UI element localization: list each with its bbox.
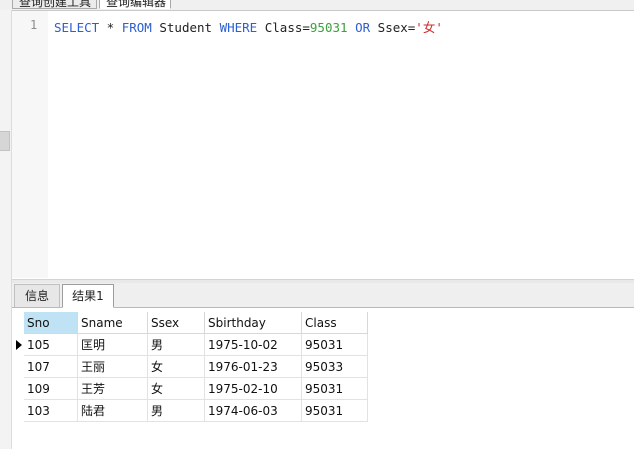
row-indicator-header	[12, 312, 24, 334]
cell-sno[interactable]: 103	[24, 400, 78, 422]
table-row[interactable]: 105 匡明 男 1975-10-02 95031	[12, 334, 368, 356]
line-gutter: 1	[12, 11, 48, 278]
sql-token-plain: Student	[151, 20, 220, 35]
cell-class[interactable]: 95031	[302, 378, 368, 400]
cell-ssex[interactable]: 女	[148, 356, 205, 378]
cell-sno[interactable]: 109	[24, 378, 78, 400]
current-row-arrow-icon	[16, 340, 22, 350]
sql-token-keyword: OR	[355, 20, 371, 35]
cell-sname[interactable]: 陆君	[78, 400, 148, 422]
cell-class[interactable]: 95033	[302, 356, 368, 378]
column-header-class[interactable]: Class	[302, 312, 368, 334]
tab-result-1[interactable]: 结果1	[62, 284, 114, 308]
cell-sbirthday[interactable]: 1975-02-10	[205, 378, 302, 400]
cell-sno[interactable]: 105	[24, 334, 78, 356]
column-header-sno[interactable]: Sno	[24, 312, 78, 334]
row-indicator	[12, 400, 24, 422]
line-number: 1	[30, 18, 38, 32]
cell-sbirthday[interactable]: 1976-01-23	[205, 356, 302, 378]
table-row[interactable]: 103 陆君 男 1974-06-03 95031	[12, 400, 368, 422]
sql-token-plain: Class=	[257, 20, 310, 35]
cell-ssex[interactable]: 男	[148, 334, 205, 356]
sql-token-plain: *	[99, 20, 122, 35]
result-tab-strip: 信息 结果1	[12, 283, 634, 308]
row-indicator	[12, 334, 24, 356]
cell-sname[interactable]: 王芳	[78, 378, 148, 400]
cell-ssex[interactable]: 男	[148, 400, 205, 422]
sql-token-plain: Ssex=	[370, 20, 416, 35]
sql-token-keyword: WHERE	[219, 20, 258, 35]
code-line[interactable]: SELECT * FROM Student WHERE Class=95031 …	[54, 17, 443, 36]
cell-sbirthday[interactable]: 1975-10-02	[205, 334, 302, 356]
cell-sno[interactable]: 107	[24, 356, 78, 378]
tab-query-editor[interactable]: 查询编辑器	[99, 0, 171, 9]
column-header-sname[interactable]: Sname	[78, 312, 148, 334]
cell-class[interactable]: 95031	[302, 400, 368, 422]
table-row[interactable]: 107 王丽 女 1976-01-23 95033	[12, 356, 368, 378]
left-panel-strip	[0, 10, 12, 449]
cell-ssex[interactable]: 女	[148, 378, 205, 400]
cell-sname[interactable]: 王丽	[78, 356, 148, 378]
sql-token-number: 95031	[309, 20, 348, 35]
sql-token-plain	[348, 20, 356, 35]
column-header-ssex[interactable]: Ssex	[148, 312, 205, 334]
cell-sbirthday[interactable]: 1974-06-03	[205, 400, 302, 422]
tab-query-builder[interactable]: 查询创建工具	[12, 0, 97, 9]
sql-token-string: '女'	[415, 20, 443, 35]
cell-class[interactable]: 95031	[302, 334, 368, 356]
sql-token-keyword: FROM	[121, 20, 152, 35]
sql-token-keyword: SELECT	[54, 20, 100, 35]
table-row[interactable]: 109 王芳 女 1975-02-10 95031	[12, 378, 368, 400]
cell-sname[interactable]: 匡明	[78, 334, 148, 356]
splitter-handle[interactable]	[0, 131, 10, 151]
column-header-sbirthday[interactable]: Sbirthday	[205, 312, 302, 334]
row-indicator	[12, 356, 24, 378]
grid-header-row: Sno Sname Ssex Sbirthday Class	[12, 312, 368, 334]
tab-info[interactable]: 信息	[14, 284, 60, 307]
row-indicator	[12, 378, 24, 400]
sql-editor[interactable]: 1 SELECT * FROM Student WHERE Class=9503…	[12, 11, 634, 278]
query-tab-strip: 查询创建工具 查询编辑器	[0, 0, 634, 11]
